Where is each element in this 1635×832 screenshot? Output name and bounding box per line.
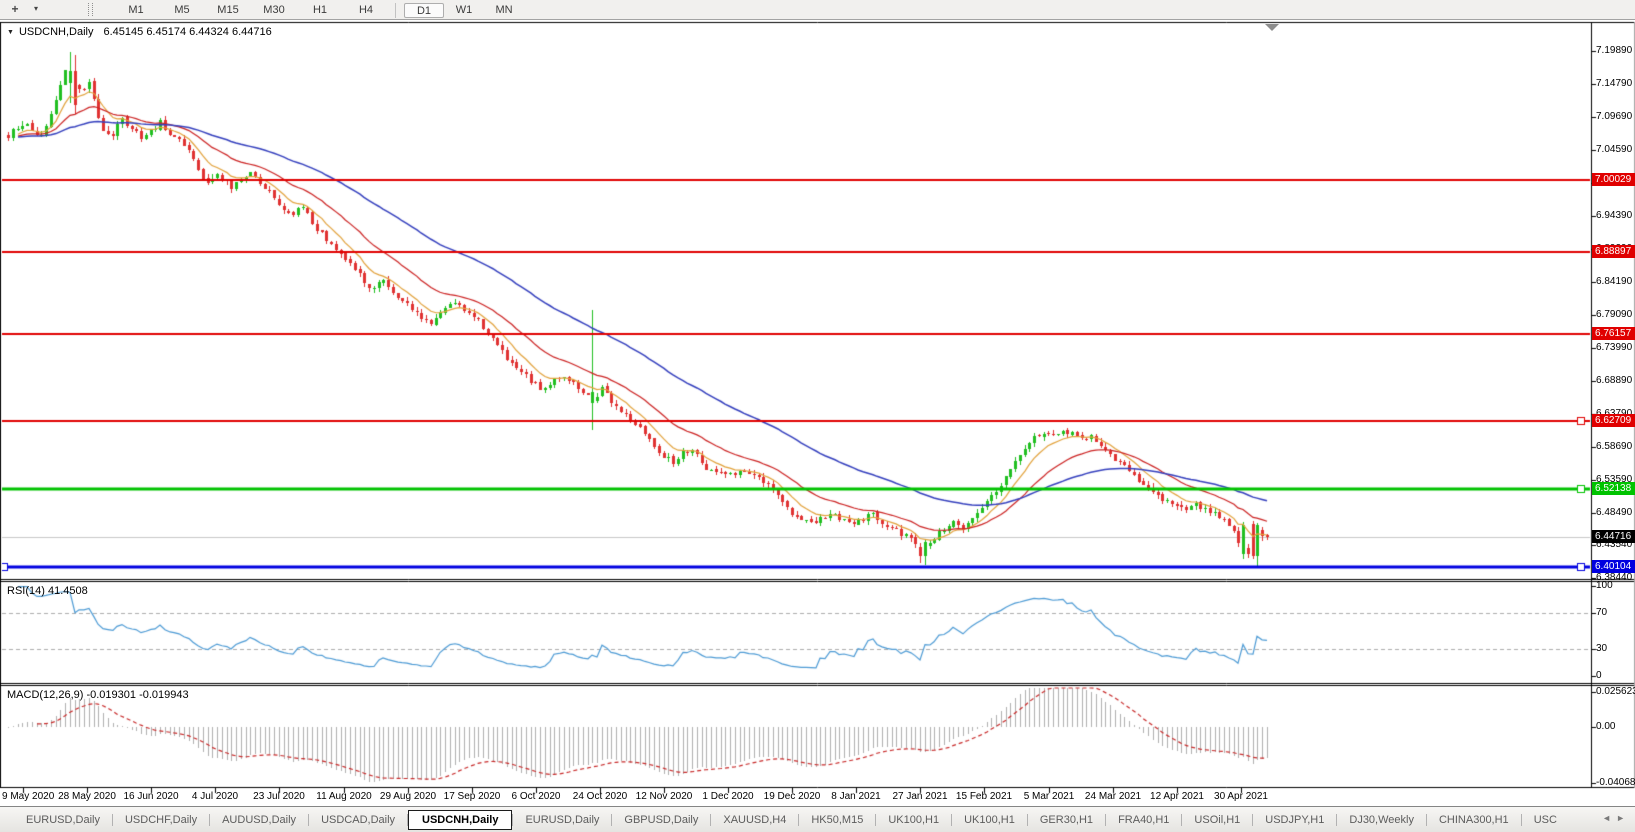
- tab-usdcnh-daily[interactable]: USDCNH,Daily: [408, 810, 512, 830]
- toolbar-grip[interactable]: [88, 3, 93, 16]
- tab-hk50-m15[interactable]: HK50,M15: [799, 810, 875, 830]
- collapse-triangle-icon[interactable]: ▼: [7, 29, 14, 36]
- price-tick: 6.84190: [1596, 276, 1635, 288]
- rsi-pane[interactable]: [2, 582, 1591, 683]
- toolbar-separator: [395, 3, 396, 18]
- date-label: 11 Aug 2020: [316, 791, 371, 802]
- tab-ger30-h1[interactable]: GER30,H1: [1028, 810, 1105, 830]
- chart-ohlc-values: 6.45145 6.45174 6.44324 6.44716: [104, 26, 272, 38]
- timeframe-buttons: M1M5M15M30H1H4 D1W1MN: [113, 1, 524, 19]
- date-axis: 9 May 2020 28 May 2020 16 Jun 2020 4 Jul 20…: [0, 791, 1590, 805]
- date-label: 12 Nov 2020: [636, 791, 693, 802]
- support-level-blue: 6.40104: [1592, 560, 1635, 573]
- price-tick: 7.19890: [1596, 45, 1635, 57]
- date-label: 4 Jul 2020: [192, 791, 238, 802]
- timeframe-toolbar: + ▾ M1M5M15M30H1H4 D1W1MN: [0, 0, 1635, 20]
- tab-usdcad-daily[interactable]: USDCAD,Daily: [309, 810, 407, 830]
- resistance-level-3: 6.76157: [1592, 327, 1635, 340]
- tab-uk100-h1[interactable]: UK100,H1: [952, 810, 1027, 830]
- date-label: 17 Sep 2020: [444, 791, 501, 802]
- chart-shift-marker[interactable]: [1265, 24, 1279, 31]
- timeframe-button-h4[interactable]: H4: [343, 2, 389, 18]
- price-tick: 7.04590: [1596, 144, 1635, 156]
- chevron-down-icon[interactable]: ▾: [34, 4, 38, 13]
- macd-indicator-label: MACD(12,26,9) -0.019301 -0.019943: [7, 689, 189, 701]
- chart-cursor-icon[interactable]: +: [4, 2, 26, 17]
- price-tick: 6.68890: [1596, 375, 1635, 387]
- date-label: 9 May 2020: [2, 791, 54, 802]
- tab-china300-h1[interactable]: CHINA300,H1: [1427, 810, 1521, 830]
- timeframe-button-m1[interactable]: M1: [113, 2, 159, 18]
- tab-fra40-h1[interactable]: FRA40,H1: [1106, 810, 1181, 830]
- macd-tick: 0.00: [1596, 721, 1635, 733]
- tab-dj30-weekly[interactable]: DJ30,Weekly: [1337, 810, 1426, 830]
- macd-pane[interactable]: [2, 686, 1591, 787]
- resistance-level-1: 7.00029: [1592, 173, 1635, 186]
- support-level-green: 6.52138: [1592, 482, 1635, 495]
- price-tick: 6.48490: [1596, 507, 1635, 519]
- tab-scroll-arrows: ◄►: [1602, 813, 1630, 823]
- timeframe-button-w1[interactable]: W1: [444, 2, 484, 18]
- tab-usdjpy-h1[interactable]: USDJPY,H1: [1253, 810, 1336, 830]
- timeframe-button-m30[interactable]: M30: [251, 2, 297, 18]
- timeframe-button-m5[interactable]: M5: [159, 2, 205, 18]
- tab-usdchf-daily[interactable]: USDCHF,Daily: [113, 810, 209, 830]
- price-tick: 7.09690: [1596, 111, 1635, 123]
- date-label: 15 Feb 2021: [956, 791, 1012, 802]
- timeframe-button-d1[interactable]: D1: [404, 3, 444, 18]
- date-label: 27 Jan 2021: [892, 791, 947, 802]
- symbol-tab-bar: EURUSD,DailyUSDCHF,DailyAUDUSD,DailyUSDC…: [0, 806, 1635, 832]
- macd-tick: -0.04068: [1596, 777, 1635, 789]
- date-label: 6 Oct 2020: [512, 791, 561, 802]
- chart-symbol-period: USDCNH,Daily: [19, 26, 94, 38]
- price-tick: 6.73990: [1596, 342, 1635, 354]
- tab-eurusd-daily[interactable]: EURUSD,Daily: [14, 810, 112, 830]
- chart-title: ▼ USDCNH,Daily 6.45145 6.45174 6.44324 6.4…: [7, 26, 272, 38]
- tab-scroll-right-icon[interactable]: ►: [1616, 813, 1630, 823]
- rsi-indicator-label: RSI(14) 41.4508: [7, 585, 88, 597]
- date-label: 5 Mar 2021: [1024, 791, 1075, 802]
- price-tick: 6.94390: [1596, 210, 1635, 222]
- date-label: 29 Aug 2020: [380, 791, 436, 802]
- main-chart-pane[interactable]: [2, 23, 1591, 579]
- timeframe-button-mn[interactable]: MN: [484, 2, 524, 18]
- date-label: 24 Mar 2021: [1085, 791, 1141, 802]
- rsi-tick: 100: [1596, 580, 1635, 592]
- current-price-label: 6.44716: [1592, 530, 1635, 543]
- tab-xauusd-h4[interactable]: XAUUSD,H4: [711, 810, 798, 830]
- date-label: 8 Jan 2021: [831, 791, 881, 802]
- date-label: 24 Oct 2020: [573, 791, 627, 802]
- resistance-level-4: 6.62709: [1592, 414, 1635, 427]
- rsi-tick: 0: [1596, 670, 1635, 682]
- price-tick: 6.58690: [1596, 441, 1635, 453]
- tab-usoil-h1[interactable]: USOil,H1: [1182, 810, 1252, 830]
- date-label: 28 May 2020: [58, 791, 116, 802]
- date-label: 23 Jul 2020: [253, 791, 305, 802]
- date-label: 30 Apr 2021: [1214, 791, 1268, 802]
- tab-eurusd-daily[interactable]: EURUSD,Daily: [513, 810, 611, 830]
- timeframe-button-h1[interactable]: H1: [297, 2, 343, 18]
- tab-gbpusd-daily[interactable]: GBPUSD,Daily: [612, 810, 710, 830]
- date-label: 12 Apr 2021: [1150, 791, 1204, 802]
- tab-audusd-daily[interactable]: AUDUSD,Daily: [210, 810, 308, 830]
- rsi-tick: 30: [1596, 643, 1635, 655]
- price-tick: 7.14790: [1596, 78, 1635, 90]
- date-label: 19 Dec 2020: [764, 791, 821, 802]
- resistance-level-2: 6.88897: [1592, 245, 1635, 258]
- tab-usc[interactable]: USC: [1522, 810, 1569, 830]
- macd-tick: 0.025623: [1596, 686, 1635, 698]
- date-label: 1 Dec 2020: [702, 791, 753, 802]
- tab-scroll-left-icon[interactable]: ◄: [1602, 813, 1616, 823]
- tab-uk100-h1[interactable]: UK100,H1: [876, 810, 951, 830]
- date-label: 16 Jun 2020: [123, 791, 178, 802]
- timeframe-button-m15[interactable]: M15: [205, 2, 251, 18]
- rsi-tick: 70: [1596, 607, 1635, 619]
- price-tick: 6.79090: [1596, 309, 1635, 321]
